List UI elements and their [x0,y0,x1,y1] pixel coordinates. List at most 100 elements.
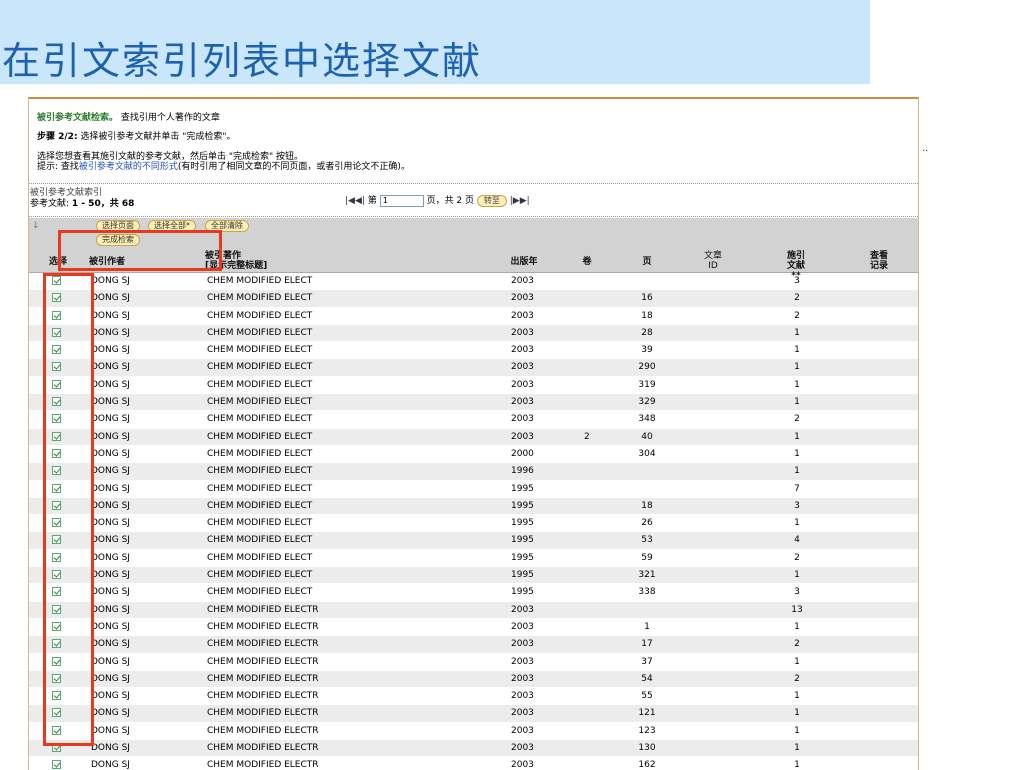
year: 2003 [511,621,534,632]
year: 2003 [511,293,534,304]
search-panel: 被引参考文献检索。 查找引用个人著作的文章 步骤 2/2: 选择被引参考文献并单… [28,97,919,770]
cited-author: DONG SJ [91,570,130,581]
arrow-down-icon: ↓ [32,221,40,231]
cited-work: CHEM MODIFIED ELECT [207,310,313,321]
divider [29,183,918,184]
table-row: DONG SJ CHEM MODIFIED ELECT 2003 290 1 [29,359,918,377]
year: 2003 [511,673,534,684]
year: 2003 [511,639,534,650]
year: 2003 [511,708,534,719]
cited-work: CHEM MODIFIED ELECT [207,466,313,477]
table-row: DONG SJ CHEM MODIFIED ELECT 2003 3 [29,273,918,291]
hint-prefix: 提示: 查找 [37,162,79,172]
year: 2003 [511,431,534,442]
cited-work: CHEM MODIFIED ELECTR [207,604,319,615]
cited-author: DONG SJ [91,466,130,477]
cited-author: DONG SJ [91,535,130,546]
cited-author: DONG SJ [91,639,130,650]
table-row: DONG SJ CHEM MODIFIED ELECT 1995 338 3 [29,584,918,602]
table-row: DONG SJ CHEM MODIFIED ELECT 1995 59 2 [29,550,918,568]
year: 2003 [511,760,534,770]
cited-work: CHEM MODIFIED ELECTR [207,673,319,684]
year: 2003 [511,310,534,321]
first-prev-arrows-icon[interactable]: |◀◀| [345,196,365,206]
page-title: 被引参考文献检索。 [37,113,119,123]
cited-work: CHEM MODIFIED ELECT [207,397,313,408]
table-row: DONG SJ CHEM MODIFIED ELECTR 2003 37 1 [29,654,918,671]
year: 1995 [511,552,534,563]
goto-button[interactable]: 转至 [476,194,507,207]
index-label: 被引参考文献索引 [30,188,103,198]
cited-author: DONG SJ [91,448,130,459]
banner-title: 在引文索引列表中选择文献 [2,39,483,83]
table-row: DONG SJ CHEM MODIFIED ELECT 2003 319 1 [29,377,918,395]
table-row: DONG SJ CHEM MODIFIED ELECT 2003 348 2 [29,411,918,429]
cited-author: DONG SJ [91,708,130,719]
year: 2003 [511,345,534,356]
table-row: DONG SJ CHEM MODIFIED ELECT 2003 39 1 [29,342,918,360]
hint-link[interactable]: 被引参考文献的不同形式 [79,162,178,172]
cited-work: CHEM MODIFIED ELECT [207,518,313,529]
divider [29,216,918,217]
table-row: DONG SJ CHEM MODIFIED ELECT 1995 7 [29,481,918,498]
table-row: DONG SJ CHEM MODIFIED ELECTR 2003 121 1 [29,705,918,723]
range-value: 1 - 50，共 68 [71,199,135,209]
cited-author: DONG SJ [91,518,130,529]
range-label: 参考文献: [30,199,70,209]
table-row: DONG SJ CHEM MODIFIED ELECTR 2003 55 1 [29,688,918,706]
cited-author: DONG SJ [91,431,130,442]
table-row: DONG SJ CHEM MODIFIED ELECT 2003 16 2 [29,290,918,308]
col-view-record: 查看 记录 [869,251,888,271]
banner: 在引文索引列表中选择文献 [0,0,870,84]
highlight-finish-search [58,230,222,271]
step-text: 选择被引参考文献并单击 "完成检索"。 [80,132,236,142]
cited-author: DONG SJ [91,397,130,408]
table-row: DONG SJ CHEM MODIFIED ELECT 1995 53 4 [29,532,918,550]
year: 2003 [511,414,534,425]
header-line: 被引参考文献检索。 查找引用个人著作的文章 [37,113,220,124]
cited-work: CHEM MODIFIED ELECT [207,483,313,494]
table-row: DONG SJ CHEM MODIFIED ELECTR 2003 13 [29,601,918,619]
year: 2003 [511,656,534,667]
cited-author: DONG SJ [91,552,130,563]
pager: |◀◀| 第 1 页，共 2 页 转至 |▶▶| [345,194,530,208]
year: 2003 [511,691,534,702]
year: 1995 [511,587,534,598]
table-row: DONG SJ CHEM MODIFIED ELECT 1995 321 1 [29,567,918,585]
table-row: DONG SJ CHEM MODIFIED ELECT 2000 304 1 [29,446,918,464]
cited-work: CHEM MODIFIED ELECT [207,570,313,581]
step-label: 步骤 2/2: [37,132,78,142]
year: 1996 [511,466,534,477]
hint-suffix: (有时引用了相同文章的不同页面，或者引用论文不正确)。 [177,162,410,172]
cited-work: CHEM MODIFIED ELECT [207,276,313,286]
page-number-input[interactable]: 1 [379,194,424,207]
cited-work: CHEM MODIFIED ELECTR [207,691,319,702]
cited-author: DONG SJ [91,725,130,736]
table-row: DONG SJ CHEM MODIFIED ELECT 2003 2 40 1 [29,428,918,446]
cited-work: CHEM MODIFIED ELECTR [207,760,319,770]
cited-work: CHEM MODIFIED ELECTR [207,656,319,667]
table-row: DONG SJ CHEM MODIFIED ELECTR 2003 54 2 [29,670,918,689]
col-volume: 卷 [582,257,592,267]
year: 2003 [511,397,534,408]
table-row: DONG SJ CHEM MODIFIED ELECT 2003 329 1 [29,394,918,412]
cited-author: DONG SJ [91,345,130,356]
cited-work: CHEM MODIFIED ELECT [207,500,313,511]
cited-author: DONG SJ [91,621,130,632]
cited-work: CHEM MODIFIED ELECTR [207,743,319,754]
year: 2003 [511,379,534,390]
cited-author: DONG SJ [91,587,130,598]
step-line: 步骤 2/2: 选择被引参考文献并单击 "完成检索"。 [37,132,236,143]
cited-work: CHEM MODIFIED ELECT [207,587,313,598]
table-row: DONG SJ CHEM MODIFIED ELECTR 2003 123 1 [29,723,918,741]
page-subtitle: 查找引用个人著作的文章 [120,113,220,123]
range-line: 参考文献: 1 - 50，共 68 [30,199,134,210]
highlight-checkbox-column [43,273,94,746]
cited-work: CHEM MODIFIED ELECTR [207,725,319,736]
next-last-arrows-icon[interactable]: |▶▶| [510,196,530,206]
cited-work: CHEM MODIFIED ELECT [207,362,313,373]
year: 1995 [511,483,534,494]
table-row: DONG SJ CHEM MODIFIED ELECT 1995 18 3 [29,497,918,516]
table-row: DONG SJ CHEM MODIFIED ELECT 2003 18 2 [29,308,918,325]
table-row: DONG SJ CHEM MODIFIED ELECT 1995 26 1 [29,515,918,533]
